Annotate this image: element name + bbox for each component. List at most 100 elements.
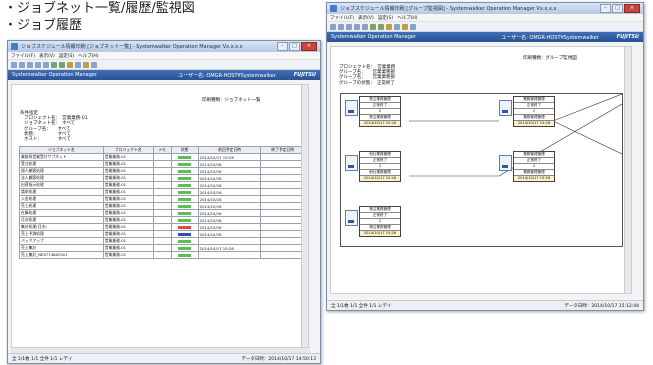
table-cell	[260, 237, 305, 245]
group-node[interactable]: 発注業務管理 正常終了 2 発注業務管理 2014/10/17 15:26	[345, 206, 401, 256]
menu-help[interactable]: ヘルプ(H)	[78, 53, 98, 59]
table-cell: 売上集計	[19, 244, 104, 252]
search-icon[interactable]	[75, 61, 81, 68]
table-row[interactable]: 請求処理 営業業務-01 2014/10/16	[19, 188, 305, 196]
export-icon[interactable]	[402, 23, 408, 30]
fit-icon[interactable]	[59, 61, 65, 68]
minimize-button[interactable]: –	[600, 4, 611, 13]
last-page-icon[interactable]	[354, 23, 360, 30]
table-cell	[152, 251, 172, 259]
go-icon[interactable]	[43, 61, 49, 68]
table-row[interactable]: 業務系営業受付サブネット 営業業務-01 2014/10/17 15:26	[19, 153, 305, 161]
table-row[interactable]: 在庫処理 営業業務-01 2014/10/16	[19, 209, 305, 217]
table-cell: 営業業務-01	[102, 195, 154, 203]
report-kind: 印刷種類：ジョブネット一覧	[202, 98, 261, 103]
node-line: 2014/10/17 15:26	[514, 176, 554, 181]
table-cell: 営業業務-01	[102, 216, 154, 224]
vertical-scrollbar[interactable]	[301, 85, 308, 347]
table-cell	[260, 202, 305, 210]
table-cell	[260, 244, 305, 252]
window-title: ジョブスケジュール情報印刷 [グループ監視図] - Systemwalker O…	[340, 6, 557, 12]
print-icon[interactable]	[67, 61, 73, 68]
jobnet-list-window: ジョブスケジュール情報印刷 [ジョブネット一覧] - Systemwalker …	[7, 40, 321, 364]
menu-settings[interactable]: 設定(S)	[59, 53, 74, 59]
status-indicator	[178, 198, 192, 201]
status-cell	[170, 209, 199, 217]
table-cell: 法人顧客処理	[19, 174, 104, 182]
table-row[interactable]: 個人顧客処理 営業業務-01 2014/10/16	[19, 167, 305, 175]
table-cell: 集計処理(日次)	[19, 223, 104, 231]
toolbar	[8, 60, 320, 70]
column-header: 前回予定日時	[197, 146, 262, 154]
status-indicator	[178, 184, 192, 187]
table-cell	[152, 167, 172, 175]
zoom-icon[interactable]	[370, 23, 376, 30]
table-cell	[152, 188, 172, 196]
setting-icon[interactable]	[91, 61, 97, 68]
table-cell: 営業業務-01	[102, 153, 154, 161]
menu-file[interactable]: ファイル(F)	[330, 15, 354, 21]
table-cell	[152, 181, 172, 189]
table-cell: 営業業務-01	[102, 188, 154, 196]
search-icon[interactable]	[394, 23, 400, 30]
fit-icon[interactable]	[378, 23, 384, 30]
table-cell	[260, 181, 305, 189]
table-row[interactable]: 月次処理 営業業務-01 2014/10/16	[19, 216, 305, 224]
condition-item: ホスト： すべて	[24, 137, 71, 143]
export-icon[interactable]	[83, 61, 89, 68]
table-row[interactable]: 売上予測処理 営業業務-01 2014/10/16	[19, 230, 305, 238]
data-datetime: データ日時：2014/10/17 15:12:44	[564, 303, 639, 309]
table-cell	[152, 237, 172, 245]
table-cell: 個人顧客処理	[19, 167, 104, 175]
table-cell	[152, 216, 172, 224]
first-page-icon[interactable]	[330, 23, 336, 30]
group-node[interactable]: 業務管理管理 正常終了 2 業務管理管理 2014/10/17 15:26	[499, 151, 555, 201]
table-row[interactable]: 売上集計 営業業務-01 2014/10/17 15:26	[19, 244, 305, 252]
group-node[interactable]: 受注業務管理 正常終了 2 受注業務管理 2014/10/17 15:26	[345, 96, 401, 146]
maximize-button[interactable]: □	[289, 42, 300, 51]
menu-help[interactable]: ヘルプ(H)	[397, 15, 417, 21]
status-indicator	[178, 240, 192, 243]
last-page-icon[interactable]	[35, 61, 41, 68]
conditions-block: プロジェクト名： 営業業務 グループ名： 営業業務部 グループ名： 営業業務部 グルー…	[339, 65, 395, 86]
status-cell	[170, 167, 199, 175]
prev-page-icon[interactable]	[19, 61, 25, 68]
vertical-scrollbar[interactable]	[624, 47, 631, 293]
print-icon[interactable]	[386, 23, 392, 30]
report-page: 印刷種類：グループ監視図 プロジェクト名： 営業業務 グループ名： 営業業務部 グル…	[330, 46, 632, 294]
title-bar: ジョブスケジュール情報印刷 [ジョブネット一覧] - Systemwalker …	[8, 41, 320, 52]
table-row[interactable]: 売上処理 営業業務-01 2014/10/16	[19, 202, 305, 210]
zoom-icon[interactable]	[51, 61, 57, 68]
next-page-icon[interactable]	[346, 23, 352, 30]
close-button[interactable]: ×	[301, 42, 317, 51]
status-cell	[170, 153, 199, 161]
menu-settings[interactable]: 設定(S)	[378, 15, 393, 21]
setting-icon[interactable]	[410, 23, 416, 30]
group-node[interactable]: 他社業務管理 正常終了 2 他社業務管理 2014/10/17 15:26	[345, 151, 401, 201]
status-indicator	[178, 156, 192, 159]
table-row[interactable]: 出荷指示処理 営業業務-01 2014/10/16	[19, 181, 305, 189]
table-row[interactable]: 法人顧客処理 営業業務-01 2014/10/16	[19, 174, 305, 182]
group-node[interactable]: 業務管理管理 正常終了 2 業務管理管理 2014/10/17 15:26	[499, 96, 555, 146]
column-header: メモ	[152, 146, 172, 154]
table-cell	[260, 223, 305, 231]
table-cell: 営業業務-01	[102, 230, 154, 238]
menu-view[interactable]: 表示(V)	[358, 15, 374, 21]
table-row[interactable]: 集計処理(日次) 営業業務-01 2014/10/16	[19, 223, 305, 231]
next-page-icon[interactable]	[27, 61, 33, 68]
go-icon[interactable]	[362, 23, 368, 30]
table-row[interactable]: 受注処理 営業業務-01 2014/10/16	[19, 160, 305, 168]
table-cell: 営業業務-01	[102, 181, 154, 189]
maximize-button[interactable]: □	[612, 4, 623, 13]
menu-file[interactable]: ファイル(F)	[11, 53, 35, 59]
first-page-icon[interactable]	[11, 61, 17, 68]
close-button[interactable]: ×	[624, 4, 640, 13]
minimize-button[interactable]: –	[277, 42, 288, 51]
table-row[interactable]: 入金処理 営業業務-01 2014/10/16	[19, 195, 305, 203]
table-row[interactable]: バックアップ 営業業務-01	[19, 237, 305, 245]
status-indicator	[178, 226, 192, 229]
table-row[interactable]: 売上集計_NEXT74BAT001 営業業務-01	[19, 251, 305, 259]
node-line: 2014/10/17 15:26	[360, 176, 400, 181]
prev-page-icon[interactable]	[338, 23, 344, 30]
menu-view[interactable]: 表示(V)	[39, 53, 55, 59]
